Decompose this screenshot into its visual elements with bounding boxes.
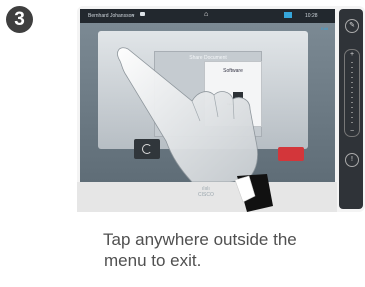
volume-slider[interactable]: + − [344, 49, 360, 137]
shirt-cuff-illustration [234, 174, 273, 212]
touch-device: Bernhard Johansson ▾ ⌂ 10:28 Edit Share … [77, 6, 365, 212]
caption-line-2: menu to exit. [104, 251, 202, 270]
side-control-rail: ✎ + − ! [339, 9, 363, 209]
step-number-badge: 3 [6, 6, 33, 33]
pointing-hand-illustration [117, 47, 258, 182]
mute-mic-button[interactable]: ✎ [345, 19, 359, 33]
device-screen[interactable]: Bernhard Johansson ▾ ⌂ 10:28 Edit Share … [80, 9, 335, 182]
instruction-caption: Tap anywhere outside the menu to exit. [103, 229, 365, 271]
volume-level-ticks [351, 62, 353, 124]
volume-up-icon[interactable]: + [345, 51, 359, 58]
cisco-logo: ılıılı CISCO [198, 186, 214, 198]
caption-line-1: Tap anywhere outside the [103, 230, 297, 249]
volume-down-icon[interactable]: − [345, 128, 359, 135]
info-button[interactable]: ! [345, 153, 359, 167]
cisco-logo-text: CISCO [198, 192, 214, 198]
